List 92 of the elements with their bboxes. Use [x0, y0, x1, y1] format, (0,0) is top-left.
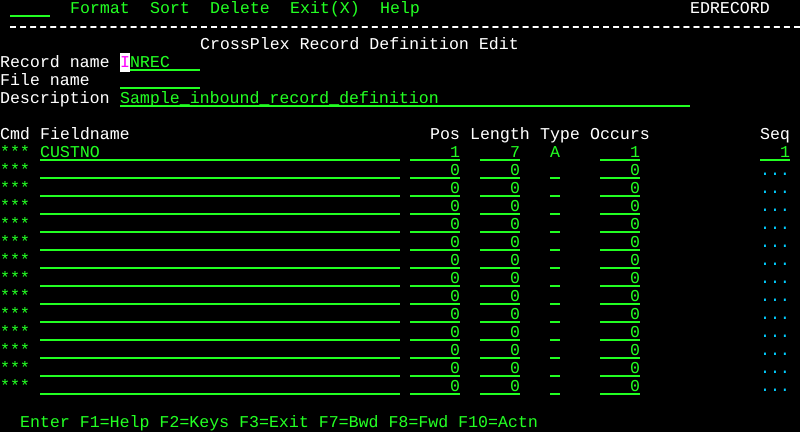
length-field[interactable]: 0: [480, 180, 520, 197]
type-field[interactable]: A: [550, 144, 560, 162]
sequence-field[interactable]: ...: [760, 342, 790, 360]
command-marker: ***: [0, 324, 30, 342]
column-header: Cmd: [0, 126, 30, 144]
position-field[interactable]: 0: [410, 216, 460, 233]
screen-title: CrossPlex Record Definition Edit: [200, 36, 520, 54]
sequence-field[interactable]: ...: [760, 234, 790, 252]
position-field[interactable]: 1: [410, 144, 460, 161]
position-field[interactable]: 0: [410, 288, 460, 305]
occurs-field[interactable]: 0: [600, 252, 640, 269]
position-field[interactable]: 0: [410, 306, 460, 323]
length-field[interactable]: 0: [480, 288, 520, 305]
sequence-field[interactable]: ...: [760, 306, 790, 324]
sequence-field[interactable]: ...: [760, 162, 790, 180]
length-field[interactable]: 0: [480, 378, 520, 395]
fieldname-field[interactable]: CUSTNO: [40, 144, 400, 161]
command-marker: ***: [0, 180, 30, 198]
command-marker: ***: [0, 144, 30, 162]
menu-item[interactable]: Delete: [210, 0, 270, 18]
sequence-field[interactable]: ...: [760, 252, 790, 270]
occurs-field[interactable]: 0: [600, 306, 640, 323]
field-label: File name: [0, 72, 90, 90]
length-field[interactable]: 0: [480, 162, 520, 179]
occurs-field[interactable]: 0: [600, 216, 640, 233]
command-marker: ***: [0, 252, 30, 270]
function-key-legend: Enter F1=Help F2=Keys F3=Exit F7=Bwd F8=Fwd F10=Actn: [20, 414, 540, 432]
length-field[interactable]: 0: [480, 270, 520, 287]
column-header: Seq: [760, 126, 790, 144]
length-field[interactable]: 0: [480, 234, 520, 251]
sequence-field[interactable]: ...: [760, 360, 790, 378]
occurs-field[interactable]: 0: [600, 342, 640, 359]
command-marker: ***: [0, 198, 30, 216]
input-field[interactable]: Sample_inbound_record_definition: [120, 90, 690, 107]
column-header: Type: [540, 126, 580, 144]
command-marker: ***: [0, 288, 30, 306]
sequence-field[interactable]: ...: [760, 216, 790, 234]
sequence-field[interactable]: 1: [760, 144, 790, 161]
length-field[interactable]: 0: [480, 198, 520, 215]
sequence-field[interactable]: ...: [760, 324, 790, 342]
occurs-field[interactable]: 0: [600, 378, 640, 395]
column-header: Pos: [430, 126, 460, 144]
sequence-field[interactable]: ...: [760, 270, 790, 288]
menu-item[interactable]: Help: [380, 0, 420, 18]
length-field[interactable]: 0: [480, 360, 520, 377]
command-marker: ***: [0, 270, 30, 288]
command-marker: ***: [0, 216, 30, 234]
length-field[interactable]: 0: [480, 324, 520, 341]
command-marker: ***: [0, 360, 30, 378]
length-field[interactable]: 0: [480, 252, 520, 269]
sequence-field[interactable]: ...: [760, 378, 790, 396]
length-field[interactable]: 7: [480, 144, 520, 161]
column-header: Occurs: [590, 126, 650, 144]
position-field[interactable]: 0: [410, 234, 460, 251]
command-marker: ***: [0, 378, 30, 396]
sequence-field[interactable]: ...: [760, 198, 790, 216]
length-field[interactable]: 0: [480, 306, 520, 323]
column-header: Fieldname: [40, 126, 130, 144]
position-field[interactable]: 0: [410, 270, 460, 287]
command-marker: ***: [0, 342, 30, 360]
position-field[interactable]: 0: [410, 378, 460, 395]
position-field[interactable]: 0: [410, 180, 460, 197]
field-label: Record name: [0, 54, 110, 72]
position-field[interactable]: 0: [410, 324, 460, 341]
occurs-field[interactable]: 0: [600, 270, 640, 287]
program-name: EDRECORD: [690, 0, 770, 18]
menu-item[interactable]: Format: [70, 0, 130, 18]
command-marker: ***: [0, 306, 30, 324]
position-field[interactable]: 0: [410, 342, 460, 359]
occurs-field[interactable]: 0: [600, 180, 640, 197]
command-marker: ***: [0, 162, 30, 180]
position-field[interactable]: 0: [410, 162, 460, 179]
sequence-field[interactable]: ...: [760, 180, 790, 198]
position-field[interactable]: 0: [410, 198, 460, 215]
input-field[interactable]: INREC: [120, 54, 200, 71]
occurs-field[interactable]: 0: [600, 360, 640, 377]
occurs-field[interactable]: 0: [600, 324, 640, 341]
position-field[interactable]: 0: [410, 252, 460, 269]
command-marker: ***: [0, 234, 30, 252]
menu-item[interactable]: Exit(X): [290, 0, 360, 18]
sequence-field[interactable]: ...: [760, 288, 790, 306]
occurs-field[interactable]: 0: [600, 198, 640, 215]
occurs-field[interactable]: 0: [600, 162, 640, 179]
length-field[interactable]: 0: [480, 216, 520, 233]
occurs-field[interactable]: 0: [600, 234, 640, 251]
field-label: Description: [0, 90, 110, 108]
length-field[interactable]: 0: [480, 342, 520, 359]
menu-item[interactable]: Sort: [150, 0, 190, 18]
occurs-field[interactable]: 0: [600, 288, 640, 305]
column-header: Length: [470, 126, 530, 144]
position-field[interactable]: 0: [410, 360, 460, 377]
occurs-field[interactable]: 1: [600, 144, 640, 161]
